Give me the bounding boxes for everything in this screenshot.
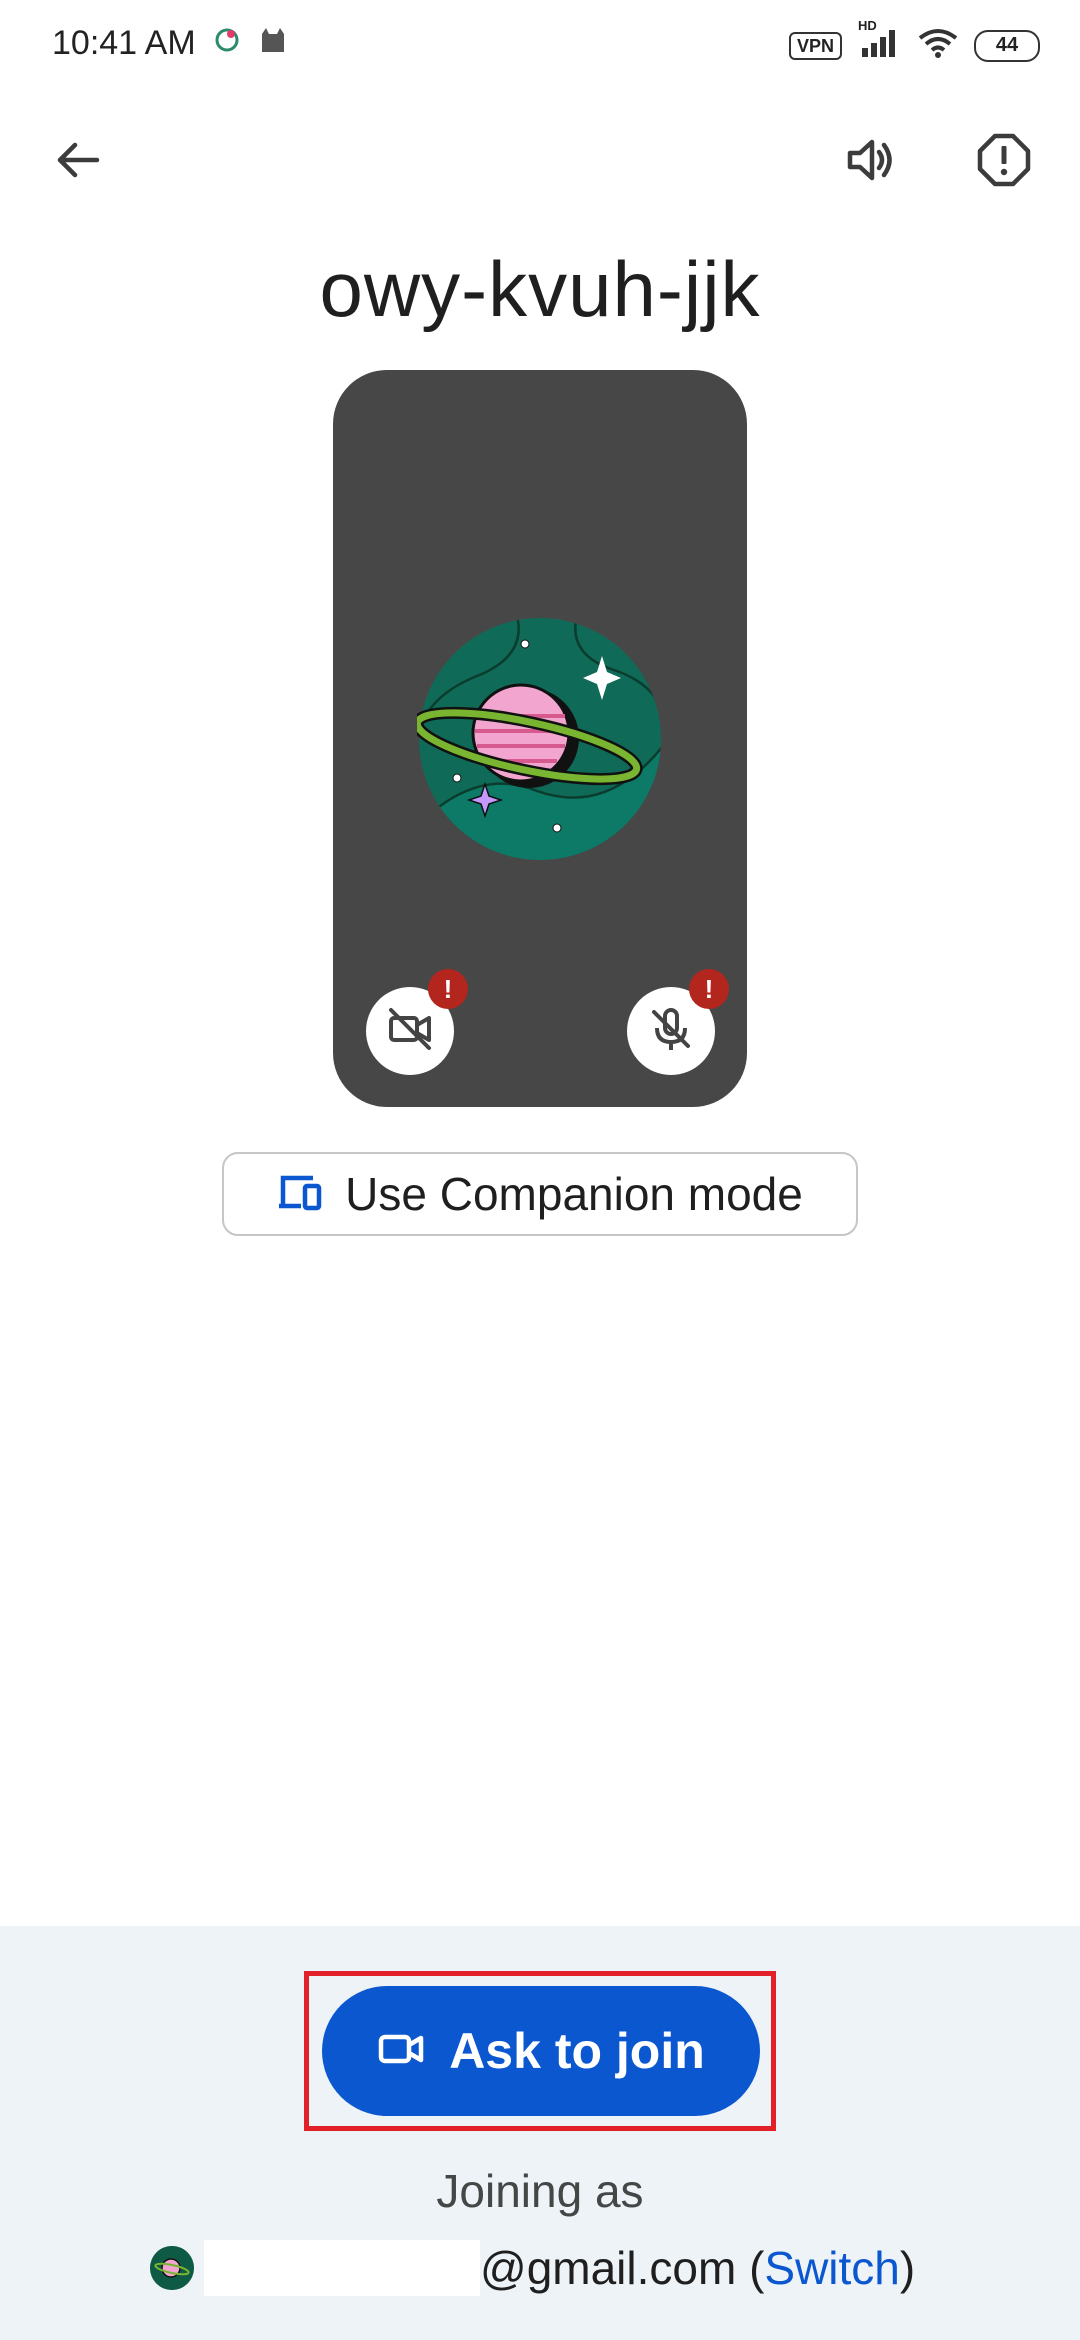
back-button[interactable] xyxy=(38,122,118,202)
video-camera-icon xyxy=(377,2029,425,2074)
signal-icon: HD xyxy=(858,18,902,63)
camera-alert-badge: ! xyxy=(428,969,468,1009)
mic-off-icon xyxy=(646,1004,696,1059)
notification-app-icon xyxy=(214,27,240,58)
audio-output-button[interactable] xyxy=(830,122,910,202)
email-suffix: @gmail.com ( xyxy=(480,2242,765,2294)
planet-avatar-icon xyxy=(411,616,663,862)
mic-alert-badge: ! xyxy=(689,969,729,1009)
self-preview: ! ! xyxy=(333,370,747,1107)
wifi-icon xyxy=(918,28,958,63)
ask-to-join-label: Ask to join xyxy=(449,2023,705,2079)
report-issue-icon xyxy=(976,132,1032,193)
switch-account-link[interactable]: Switch xyxy=(764,2241,899,2295)
arrow-back-icon xyxy=(53,135,103,190)
redacted-email-prefix xyxy=(204,2240,480,2296)
battery-indicator: 44 xyxy=(974,29,1040,62)
report-issue-button[interactable] xyxy=(964,122,1044,202)
companion-mode-label: Use Companion mode xyxy=(345,1168,803,1220)
status-bar: 10:41 AM VPN HD 44 xyxy=(0,0,1080,96)
cat-icon xyxy=(258,26,288,59)
ask-to-join-button[interactable]: Ask to join xyxy=(322,1986,760,2116)
network-type-label: HD xyxy=(858,18,877,33)
status-notification-icons xyxy=(214,26,288,59)
speaker-icon xyxy=(842,132,898,193)
use-companion-mode-button[interactable]: Use Companion mode xyxy=(222,1152,858,1236)
account-row: @gmail.com ( Switch ) xyxy=(150,2236,930,2300)
account-avatar xyxy=(150,2246,194,2290)
meeting-code-title: owy-kvuh-jjk xyxy=(319,245,761,333)
status-system-icons: VPN HD 44 xyxy=(788,18,1040,63)
close-paren: ) xyxy=(899,2242,916,2294)
top-app-bar xyxy=(0,110,1080,210)
status-time: 10:41 AM xyxy=(52,24,196,62)
camera-off-icon xyxy=(385,1004,435,1059)
vpn-badge: VPN xyxy=(788,31,842,60)
devices-icon xyxy=(277,1172,323,1217)
joining-as-label: Joining as xyxy=(436,2165,644,2217)
